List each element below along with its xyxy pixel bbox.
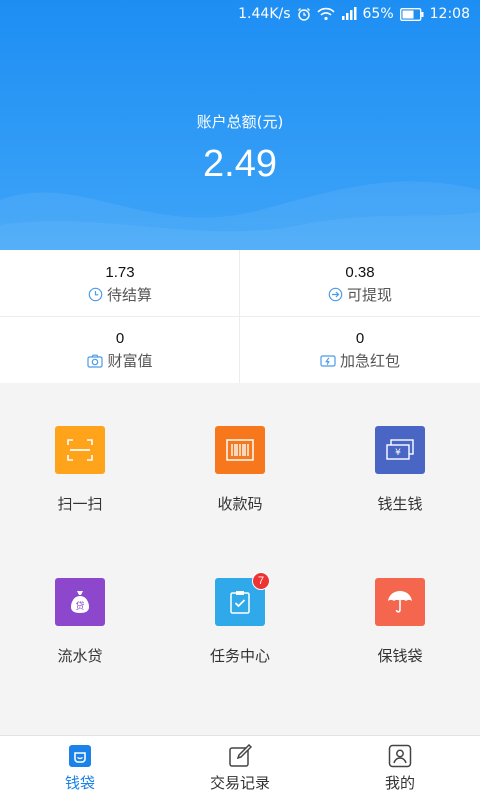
svg-text:¥: ¥ (395, 448, 401, 458)
tab-wallet[interactable]: 钱袋 (0, 736, 160, 800)
umbrella-icon (375, 578, 425, 626)
stat-label: 加急红包 (339, 352, 400, 370)
grid-item-scan[interactable]: 扫一扫 (0, 383, 160, 533)
edit-icon (229, 744, 252, 767)
stat-label: 可提现 (346, 286, 392, 304)
wallet-icon (69, 745, 91, 767)
money-bag-icon: 贷 (55, 578, 105, 626)
barcode-icon (215, 426, 265, 474)
notification-badge: 7 (252, 572, 270, 590)
stats-panel: 1.73 待结算 0.38 可提现 0 财富值 0 加急红包 (0, 250, 480, 383)
tab-label: 我的 (384, 774, 415, 792)
grid-item-label: 钱生钱 (377, 495, 423, 513)
alarm-icon (297, 7, 311, 21)
grid-item-label: 任务中心 (209, 647, 270, 665)
tab-me[interactable]: 我的 (320, 736, 480, 800)
grid-item-label: 流水贷 (57, 647, 103, 665)
camera-icon (87, 354, 104, 368)
status-bar: 1.44K/s 65% 12:08 (0, 0, 480, 28)
header: 1.44K/s 65% 12:08 账户总额(元) 2.49 (0, 0, 480, 250)
grid-item-payment-code[interactable]: 收款码 (160, 383, 320, 533)
tab-label: 交易记录 (209, 774, 270, 792)
grid-item-cashflow-loan[interactable]: 贷 流水贷 (0, 533, 160, 683)
stat-wealth-value[interactable]: 0 财富值 (0, 316, 240, 382)
battery-percent: 65% (362, 6, 394, 22)
user-icon (388, 744, 412, 768)
grid-item-insured-wallet[interactable]: 保钱袋 (320, 533, 480, 683)
stat-withdrawable[interactable]: 0.38 可提现 (240, 250, 480, 316)
clock-icon (88, 287, 103, 302)
stat-pending-settlement[interactable]: 1.73 待结算 (0, 250, 240, 316)
stat-value: 0 (115, 330, 125, 347)
grid-item-label: 保钱袋 (377, 647, 423, 665)
battery-icon (399, 7, 424, 21)
signal-icon (341, 7, 357, 21)
wifi-icon (316, 7, 335, 21)
balance-label: 账户总额(元) (196, 113, 284, 131)
money-bill-icon: ¥ (375, 426, 425, 474)
stat-value: 0.38 (345, 264, 375, 281)
feature-grid: 扫一扫 收款码 ¥ 钱生钱 贷 流水贷 7 任务中心 保钱袋 (0, 383, 480, 735)
stat-urgent-red-packet[interactable]: 0 加急红包 (240, 316, 480, 382)
grid-item-task-center[interactable]: 7 任务中心 (160, 533, 320, 683)
grid-item-label: 收款码 (217, 495, 263, 513)
tab-label: 钱袋 (64, 774, 95, 792)
svg-text:贷: 贷 (75, 600, 84, 612)
stat-value: 1.73 (105, 264, 135, 281)
stat-value: 0 (355, 330, 365, 347)
tab-transaction-records[interactable]: 交易记录 (160, 736, 320, 800)
lightning-card-icon (320, 354, 336, 367)
scan-icon (55, 426, 105, 474)
grid-item-money-makes-money[interactable]: ¥ 钱生钱 (320, 383, 480, 533)
arrow-right-circle-icon (328, 287, 343, 302)
network-speed: 1.44K/s (238, 6, 291, 22)
stat-label: 待结算 (106, 286, 152, 304)
clock-time: 12:08 (429, 6, 470, 22)
stat-label: 财富值 (107, 352, 153, 370)
balance-value: 2.49 (203, 143, 277, 185)
grid-item-label: 扫一扫 (57, 495, 103, 513)
bottom-tab-bar: 钱袋 交易记录 我的 (0, 735, 480, 800)
